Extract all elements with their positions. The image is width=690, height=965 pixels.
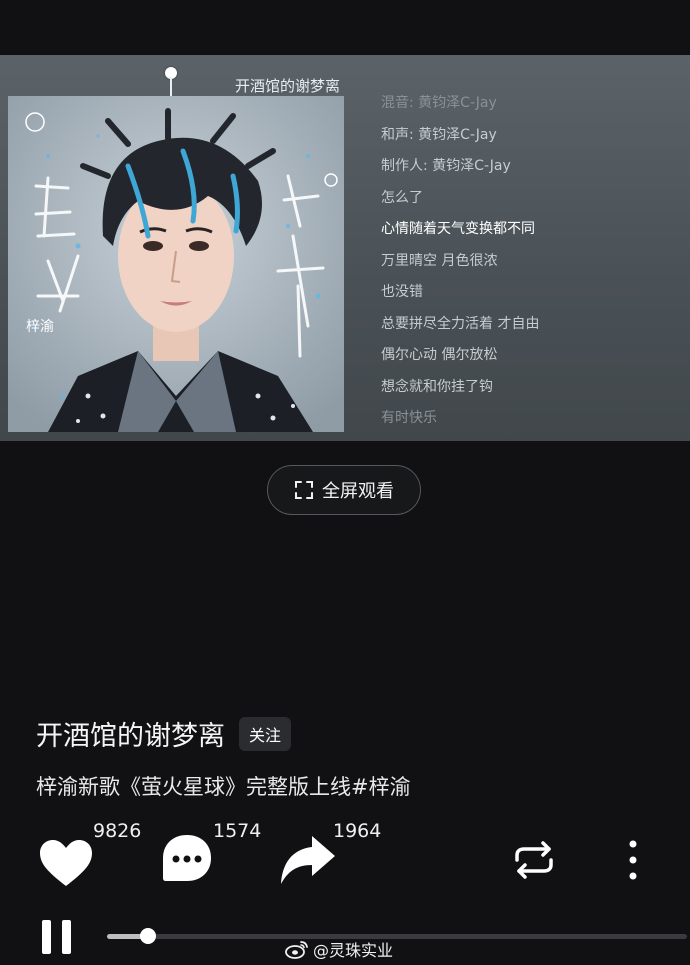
video-player[interactable]: 开酒馆的谢梦离 梓渝 混音: 黄钧泽C-Jay 和声: 黄钧泽C-Jay 制作人… [0, 55, 690, 441]
lyric-line: 制作人: 黄钧泽C-Jay [381, 158, 511, 174]
watermark-text: @灵珠实业 [313, 941, 394, 960]
heart-icon [40, 840, 92, 886]
lyric-line-current: 心情随着天气变换都不同 [381, 221, 535, 237]
author-name[interactable]: 开酒馆的谢梦离 [36, 714, 225, 753]
comment-icon [163, 835, 211, 881]
album-cover: 梓渝 [8, 96, 344, 432]
more-vertical-icon [629, 840, 637, 880]
progress-bar[interactable] [107, 928, 687, 944]
lyric-line: 万里晴空 月色很浓 [381, 252, 498, 269]
album-cover-art: 梓渝 [8, 96, 344, 432]
lyric-line: 总要拼尽全力活着 才自由 [381, 315, 540, 332]
video-uploader-tag: 开酒馆的谢梦离 [235, 77, 341, 95]
svg-text:梓渝: 梓渝 [26, 319, 54, 335]
share-count: 1964 [333, 820, 382, 842]
lyric-line: 和声: 黄钧泽C-Jay [381, 126, 497, 143]
watermark: @灵珠实业 [285, 937, 393, 961]
share-icon [281, 836, 335, 884]
fullscreen-button[interactable]: 全屏观看 [267, 465, 421, 515]
more-options-button[interactable] [623, 840, 643, 880]
lyric-line: 偶尔心动 偶尔放松 [381, 347, 498, 363]
lyric-line: 也没错 [381, 284, 423, 300]
lyric-line: 有时快乐 [381, 410, 437, 426]
progress-handle[interactable] [139, 928, 156, 944]
fullscreen-icon [295, 481, 313, 499]
comment-count: 1574 [213, 820, 262, 842]
lyric-line: 混音: 黄钧泽C-Jay [381, 95, 497, 111]
repeat-button[interactable] [511, 840, 557, 880]
follow-button[interactable]: 关注 [239, 716, 292, 751]
pause-button[interactable] [40, 918, 74, 956]
like-count: 9826 [93, 820, 142, 842]
post-header: 开酒馆的谢梦离 关注 [36, 714, 292, 753]
lyrics-panel: 混音: 黄钧泽C-Jay 和声: 黄钧泽C-Jay 制作人: 黄钧泽C-Jay … [381, 88, 681, 435]
post-caption: 梓渝新歌《萤火星球》完整版上线#梓渝 [36, 775, 411, 799]
pause-icon [42, 920, 71, 954]
repeat-icon [515, 841, 553, 879]
lyric-line: 怎么了 [381, 189, 423, 206]
weibo-logo-icon [285, 941, 308, 959]
lyric-line: 想念就和你挂了钩 [381, 378, 493, 395]
fullscreen-label: 全屏观看 [322, 481, 394, 502]
